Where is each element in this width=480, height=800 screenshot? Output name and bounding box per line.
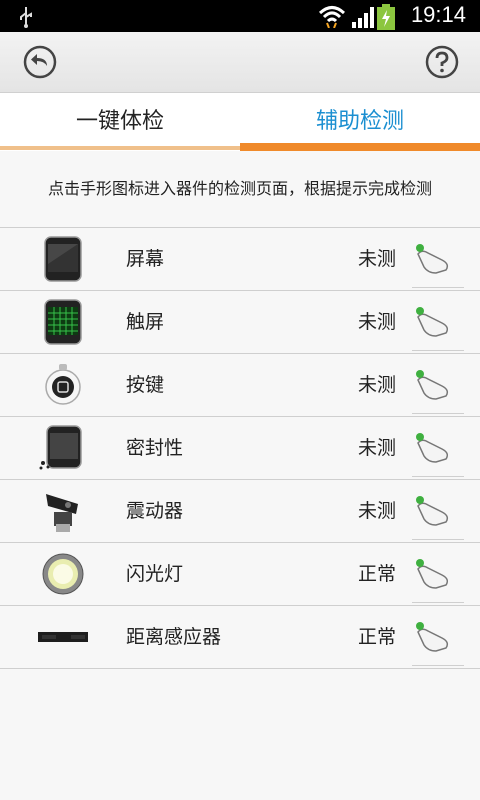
item-status: 未测: [358, 374, 397, 396]
item-status: 未测: [358, 311, 397, 333]
item-name: 震动器: [126, 500, 184, 522]
active-tab-indicator: [240, 143, 480, 151]
water-seal-icon: [39, 425, 82, 470]
instruction-text: 点击手形图标进入器件的检测页面，根据提示完成检测: [0, 151, 480, 228]
action-underline: [412, 602, 464, 603]
flashlight-icon: [42, 553, 84, 595]
proximity-sensor-icon: [38, 632, 88, 642]
list-item[interactable]: 按键 未测: [0, 354, 480, 417]
item-name: 触屏: [126, 311, 165, 333]
touchscreen-icon: [44, 299, 82, 345]
status-bar: 19:14: [0, 0, 480, 32]
item-name: 密封性: [126, 437, 184, 459]
item-name: 距离感应器: [126, 626, 222, 648]
list-item[interactable]: 屏幕 未测: [0, 228, 480, 291]
hand-pointer-icon[interactable]: [412, 618, 452, 654]
item-name: 闪光灯: [126, 563, 184, 585]
action-underline: [412, 539, 464, 540]
hand-pointer-icon[interactable]: [412, 240, 452, 276]
hand-pointer-icon[interactable]: [412, 303, 452, 339]
home-button-icon: [45, 364, 81, 405]
back-arrow-icon[interactable]: [22, 44, 58, 80]
signal-icon: [352, 7, 374, 28]
action-underline: [412, 476, 464, 477]
item-name: 按键: [126, 374, 165, 396]
item-name: 屏幕: [126, 248, 165, 270]
action-underline: [412, 665, 464, 666]
tab-quick-check[interactable]: 一键体检: [0, 93, 240, 151]
list-item[interactable]: 距离感应器 正常: [0, 606, 480, 669]
list-item[interactable]: 触屏 未测: [0, 291, 480, 354]
hand-pointer-icon[interactable]: [412, 429, 452, 465]
item-status: 未测: [358, 248, 397, 270]
action-underline: [412, 413, 464, 414]
component-list: 屏幕 未测 触屏 未测 按键 未测 密封性 未测 震动器 未测 闪光灯 正常 距…: [0, 228, 480, 669]
wifi-icon: [318, 6, 346, 28]
item-status: 未测: [358, 437, 397, 459]
hand-pointer-icon[interactable]: [412, 366, 452, 402]
hand-pointer-icon[interactable]: [412, 492, 452, 528]
item-status: 未测: [358, 500, 397, 522]
action-underline: [412, 350, 464, 351]
vibrator-icon: [46, 494, 78, 532]
action-underline: [412, 287, 464, 288]
item-status: 正常: [358, 563, 397, 585]
list-item[interactable]: 震动器 未测: [0, 480, 480, 543]
toolbar: [0, 32, 480, 93]
battery-charging-icon: [377, 4, 395, 30]
list-item[interactable]: 密封性 未测: [0, 417, 480, 480]
phone-screen-icon: [44, 236, 82, 282]
item-status: 正常: [358, 626, 397, 648]
hand-pointer-icon[interactable]: [412, 555, 452, 591]
usb-icon: [20, 7, 32, 28]
help-icon[interactable]: [424, 44, 460, 80]
list-item[interactable]: 闪光灯 正常: [0, 543, 480, 606]
status-time: 19:14: [410, 2, 466, 27]
